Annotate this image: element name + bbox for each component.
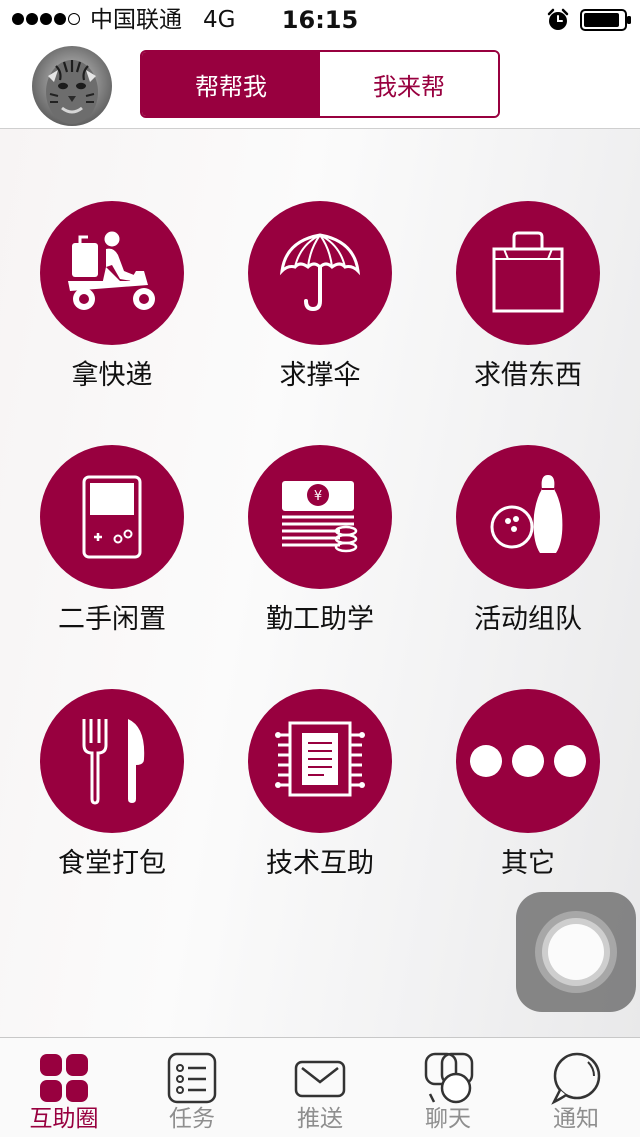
category-grid: 拿快递 求撑伞 求借东西 二手闲置 ¥ 勤工助学 活动组队 食堂打包 技术互助 …: [0, 129, 640, 1037]
category-work-study[interactable]: ¥ 勤工助学: [230, 445, 410, 645]
category-umbrella[interactable]: 求撑伞: [230, 201, 410, 401]
battery-icon: [580, 9, 631, 31]
status-bar: 中国联通 4G 16:15: [0, 0, 640, 40]
tab-notifications[interactable]: 通知: [512, 1038, 640, 1137]
tab-label: 聊天: [425, 1106, 471, 1132]
bowling-icon: [490, 475, 563, 553]
assistive-touch-button[interactable]: [516, 892, 636, 1012]
category-label: 技术互助: [266, 848, 374, 879]
fork-knife-icon: [82, 719, 145, 805]
category-other[interactable]: 其它: [438, 689, 618, 889]
gameboy-icon: [82, 475, 142, 559]
category-label: 食堂打包: [58, 848, 166, 879]
category-label: 二手闲置: [58, 604, 166, 635]
task-list-icon: [167, 1052, 217, 1104]
notification-icon: [551, 1052, 601, 1105]
top-header: 帮帮我 我来帮: [0, 40, 640, 129]
segment-help-me[interactable]: 帮帮我: [142, 52, 320, 116]
envelope-icon: [294, 1060, 346, 1098]
category-label: 其它: [501, 848, 555, 879]
category-tech-help[interactable]: 技术互助: [230, 689, 410, 889]
grid-icon: [40, 1054, 88, 1102]
tab-label: 通知: [553, 1106, 599, 1132]
category-team-activity[interactable]: 活动组队: [438, 445, 618, 645]
category-label: 拿快递: [71, 360, 153, 391]
category-borrow[interactable]: 求借东西: [438, 201, 618, 401]
mode-segmented-control: 帮帮我 我来帮: [140, 50, 500, 118]
status-time: 16:15: [281, 6, 359, 34]
tab-label: 推送: [297, 1106, 343, 1132]
delivery-scooter-icon: [68, 231, 155, 310]
tab-label: 任务: [169, 1106, 215, 1132]
tab-chat[interactable]: 聊天: [384, 1038, 512, 1137]
tab-push[interactable]: 推送: [256, 1038, 384, 1137]
chip-icon: [275, 721, 365, 797]
segment-i-help[interactable]: 我来帮: [320, 52, 498, 116]
category-canteen-takeout[interactable]: 食堂打包: [22, 689, 202, 889]
bag-icon: [492, 231, 564, 313]
category-label: 活动组队: [474, 604, 582, 635]
category-express-pickup[interactable]: 拿快递: [22, 201, 202, 401]
category-second-hand[interactable]: 二手闲置: [22, 445, 202, 645]
svg-text:¥: ¥: [314, 489, 322, 504]
tab-tasks[interactable]: 任务: [128, 1038, 256, 1137]
umbrella-icon: [279, 233, 361, 312]
money-stack-icon: ¥: [282, 481, 358, 553]
chat-icon: [424, 1052, 474, 1104]
category-label: 求借东西: [474, 360, 582, 391]
category-label: 勤工助学: [266, 604, 374, 635]
user-avatar[interactable]: [32, 46, 112, 126]
tab-label: 互助圈: [29, 1106, 99, 1132]
more-dots-icon: [470, 745, 586, 777]
tab-mutual-help[interactable]: 互助圈: [0, 1038, 128, 1137]
bottom-tab-bar: 互助圈 任务 推送 聊天 通知: [0, 1037, 640, 1137]
alarm-icon: [547, 8, 569, 30]
category-label: 求撑伞: [279, 360, 361, 391]
